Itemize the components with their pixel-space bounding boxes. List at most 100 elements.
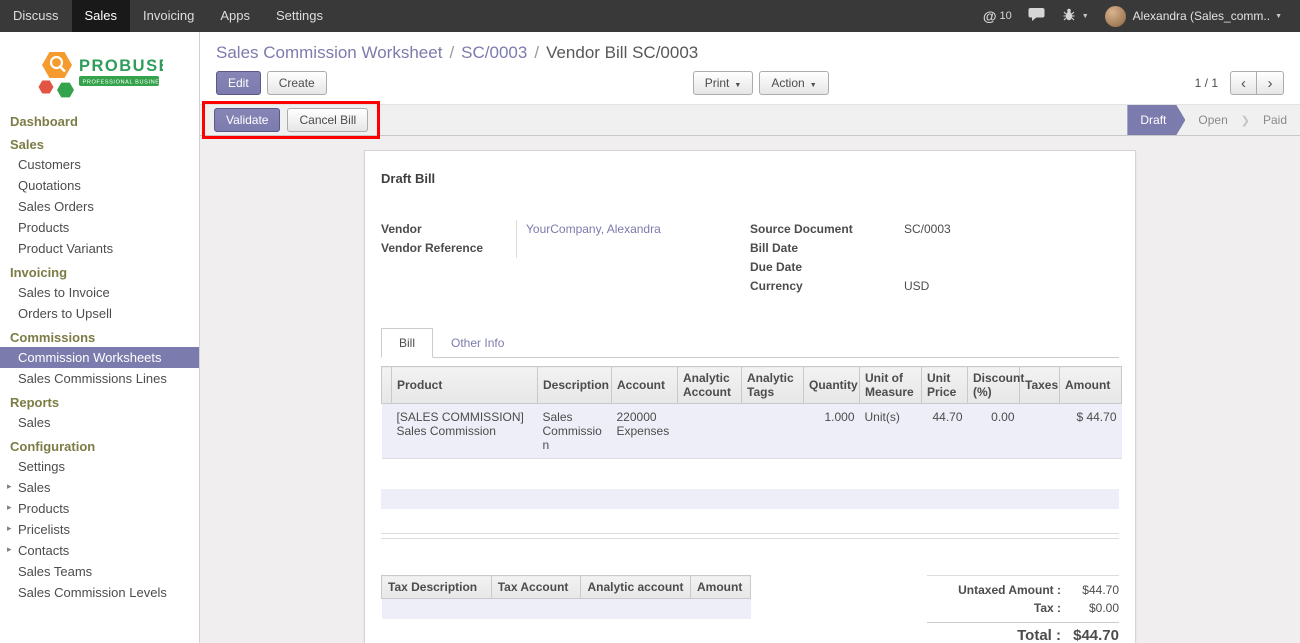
line-analytic-account-cell — [678, 404, 742, 459]
state-open[interactable]: Open — [1185, 113, 1240, 127]
column-header-analytic-tags: Analytic Tags — [742, 367, 804, 404]
column-header-unit-of-measure: Unit of Measure — [860, 367, 922, 404]
vendor-reference-label: Vendor Reference — [381, 239, 516, 258]
invoice-line-row[interactable]: [SALES COMMISSION] Sales Commission Sale… — [382, 404, 1122, 459]
column-header-quantity: Quantity — [804, 367, 860, 404]
sidebar-heading-invoicing[interactable]: Invoicing — [0, 263, 199, 282]
statusbar: Validate Cancel Bill Draft Open ❯ Paid — [200, 104, 1300, 136]
line-uom-cell: Unit(s) — [860, 404, 922, 459]
messages-button[interactable] — [1020, 0, 1053, 32]
sidebar-item-label: Sales — [18, 480, 51, 495]
line-discount-cell: 0.00 — [968, 404, 1020, 459]
currency-value: USD — [895, 277, 1119, 296]
expand-arrow-icon: ▸ — [7, 523, 12, 534]
column-header-discount: Discount (%) — [968, 367, 1020, 404]
pager-previous-button[interactable]: ‹ — [1230, 71, 1257, 95]
line-description-cell: Sales Commission — [538, 404, 612, 459]
edit-button[interactable]: Edit — [216, 71, 261, 95]
logo-tagline: PROFESSIONAL BUSINESS — [82, 80, 163, 86]
breadcrumb-link-sc0003[interactable]: SC/0003 — [461, 43, 527, 62]
menu-settings[interactable]: Settings — [263, 0, 336, 32]
sidebar-item-quotations[interactable]: Quotations — [0, 175, 199, 196]
column-header-tax-description: Tax Description — [382, 576, 492, 599]
line-taxes-cell — [1020, 404, 1060, 459]
sidebar-item-config-sales[interactable]: ▸ Sales — [0, 477, 199, 498]
print-menu-button[interactable]: Print▼ — [693, 71, 754, 95]
sidebar-heading-configuration[interactable]: Configuration — [0, 437, 199, 456]
line-quantity-cell: 1.000 — [804, 404, 860, 459]
action-label: Action — [771, 76, 804, 90]
action-menu-button[interactable]: Action ▼ — [759, 71, 828, 95]
untaxed-amount-label: Untaxed Amount : — [958, 583, 1061, 597]
sidebar-item-config-contacts[interactable]: ▸ Contacts — [0, 540, 199, 561]
line-handle-cell — [382, 404, 392, 459]
sidebar-item-sales-teams[interactable]: Sales Teams — [0, 561, 199, 582]
debug-menu-button[interactable]: ▼ — [1053, 0, 1097, 32]
menu-apps[interactable]: Apps — [207, 0, 263, 32]
logo-hexagon-green — [57, 83, 74, 98]
sidebar-item-config-pricelists[interactable]: ▸ Pricelists — [0, 519, 199, 540]
sidebar-item-customers[interactable]: Customers — [0, 154, 199, 175]
content-header: Sales Commission Worksheet/SC/0003/Vendo… — [200, 32, 1300, 104]
invoice-lines-table: Product Description Account Analytic Acc… — [381, 366, 1122, 459]
bug-icon — [1061, 7, 1077, 26]
sidebar-heading-reports[interactable]: Reports — [0, 393, 199, 412]
sidebar-item-sales-commission-levels[interactable]: Sales Commission Levels — [0, 582, 199, 603]
sidebar-item-sales-to-invoice[interactable]: Sales to Invoice — [0, 282, 199, 303]
company-logo[interactable]: PROBUSE PROFESSIONAL BUSINESS — [0, 32, 199, 112]
line-analytic-tags-cell — [742, 404, 804, 459]
user-menu[interactable]: Alexandra (Sales_comm.. ▼ — [1097, 0, 1290, 32]
menu-sales[interactable]: Sales — [72, 0, 131, 32]
vendor-reference-value — [516, 239, 750, 258]
handle-column-header — [382, 367, 392, 404]
sidebar-item-config-products[interactable]: ▸ Products — [0, 498, 199, 519]
sidebar-item-products[interactable]: Products — [0, 217, 199, 238]
state-paid[interactable]: Paid — [1250, 113, 1300, 127]
column-header-analytic-account: Analytic account — [581, 576, 691, 599]
sidebar-heading-commissions[interactable]: Commissions — [0, 328, 199, 347]
due-date-value — [895, 258, 1119, 277]
sidebar-item-product-variants[interactable]: Product Variants — [0, 238, 199, 259]
tax-amount-label: Tax : — [1034, 601, 1061, 615]
column-header-tax-amount: Amount — [691, 576, 751, 599]
cancel-bill-button[interactable]: Cancel Bill — [287, 108, 368, 132]
menu-discuss[interactable]: Discuss — [0, 0, 72, 32]
sidebar-item-settings[interactable]: Settings — [0, 456, 199, 477]
validate-button[interactable]: Validate — [214, 108, 280, 132]
sidebar-item-orders-to-upsell[interactable]: Orders to Upsell — [0, 303, 199, 324]
create-button[interactable]: Create — [267, 71, 327, 95]
mentions-count: 10 — [999, 10, 1011, 22]
tab-bill[interactable]: Bill — [381, 328, 433, 358]
sidebar-section-commissions: Commissions Commission Worksheets Sales … — [0, 328, 199, 389]
sidebar-item-reports-sales[interactable]: Sales — [0, 412, 199, 433]
tab-other-info[interactable]: Other Info — [433, 328, 522, 358]
control-panel: Edit Create Print▼ Action▼ 1 / 1 ‹ › — [200, 66, 1300, 104]
sidebar-heading-dashboard[interactable]: Dashboard — [0, 112, 199, 131]
column-header-account: Account — [612, 367, 678, 404]
action-menus: Print▼ Action ▼ — [693, 71, 829, 95]
mentions-counter[interactable]: @ 10 — [975, 0, 1020, 32]
column-header-taxes: Taxes — [1020, 367, 1060, 404]
vendor-link[interactable]: YourCompany, Alexandra — [526, 222, 661, 236]
breadcrumb-link-worksheet[interactable]: Sales Commission Worksheet — [216, 43, 442, 62]
column-header-description: Description — [538, 367, 612, 404]
source-document-value: SC/0003 — [895, 220, 1119, 239]
field-group: Vendor YourCompany, Alexandra Vendor Ref… — [381, 220, 1119, 296]
column-header-product: Product — [392, 367, 538, 404]
sidebar-section-configuration: Configuration Settings ▸ Sales ▸ Product… — [0, 437, 199, 603]
sidebar-item-sales-orders[interactable]: Sales Orders — [0, 196, 199, 217]
empty-field-row — [381, 489, 1119, 509]
at-icon: @ — [983, 8, 997, 24]
line-account-cell: 220000 Expenses — [612, 404, 678, 459]
top-navbar: Discuss Sales Invoicing Apps Settings @ … — [0, 0, 1300, 32]
print-label: Print — [705, 76, 730, 90]
chevron-down-icon: ▼ — [810, 82, 817, 89]
sidebar-item-commission-worksheets[interactable]: Commission Worksheets — [0, 347, 199, 368]
pager-next-button[interactable]: › — [1257, 71, 1284, 95]
sidebar-item-sales-commissions-lines[interactable]: Sales Commissions Lines — [0, 368, 199, 389]
menu-invoicing[interactable]: Invoicing — [130, 0, 207, 32]
logo-text: PROBUSE — [79, 57, 163, 75]
logo-hexagon-red — [38, 81, 53, 94]
state-draft[interactable]: Draft — [1127, 105, 1185, 135]
sidebar-heading-sales[interactable]: Sales — [0, 135, 199, 154]
